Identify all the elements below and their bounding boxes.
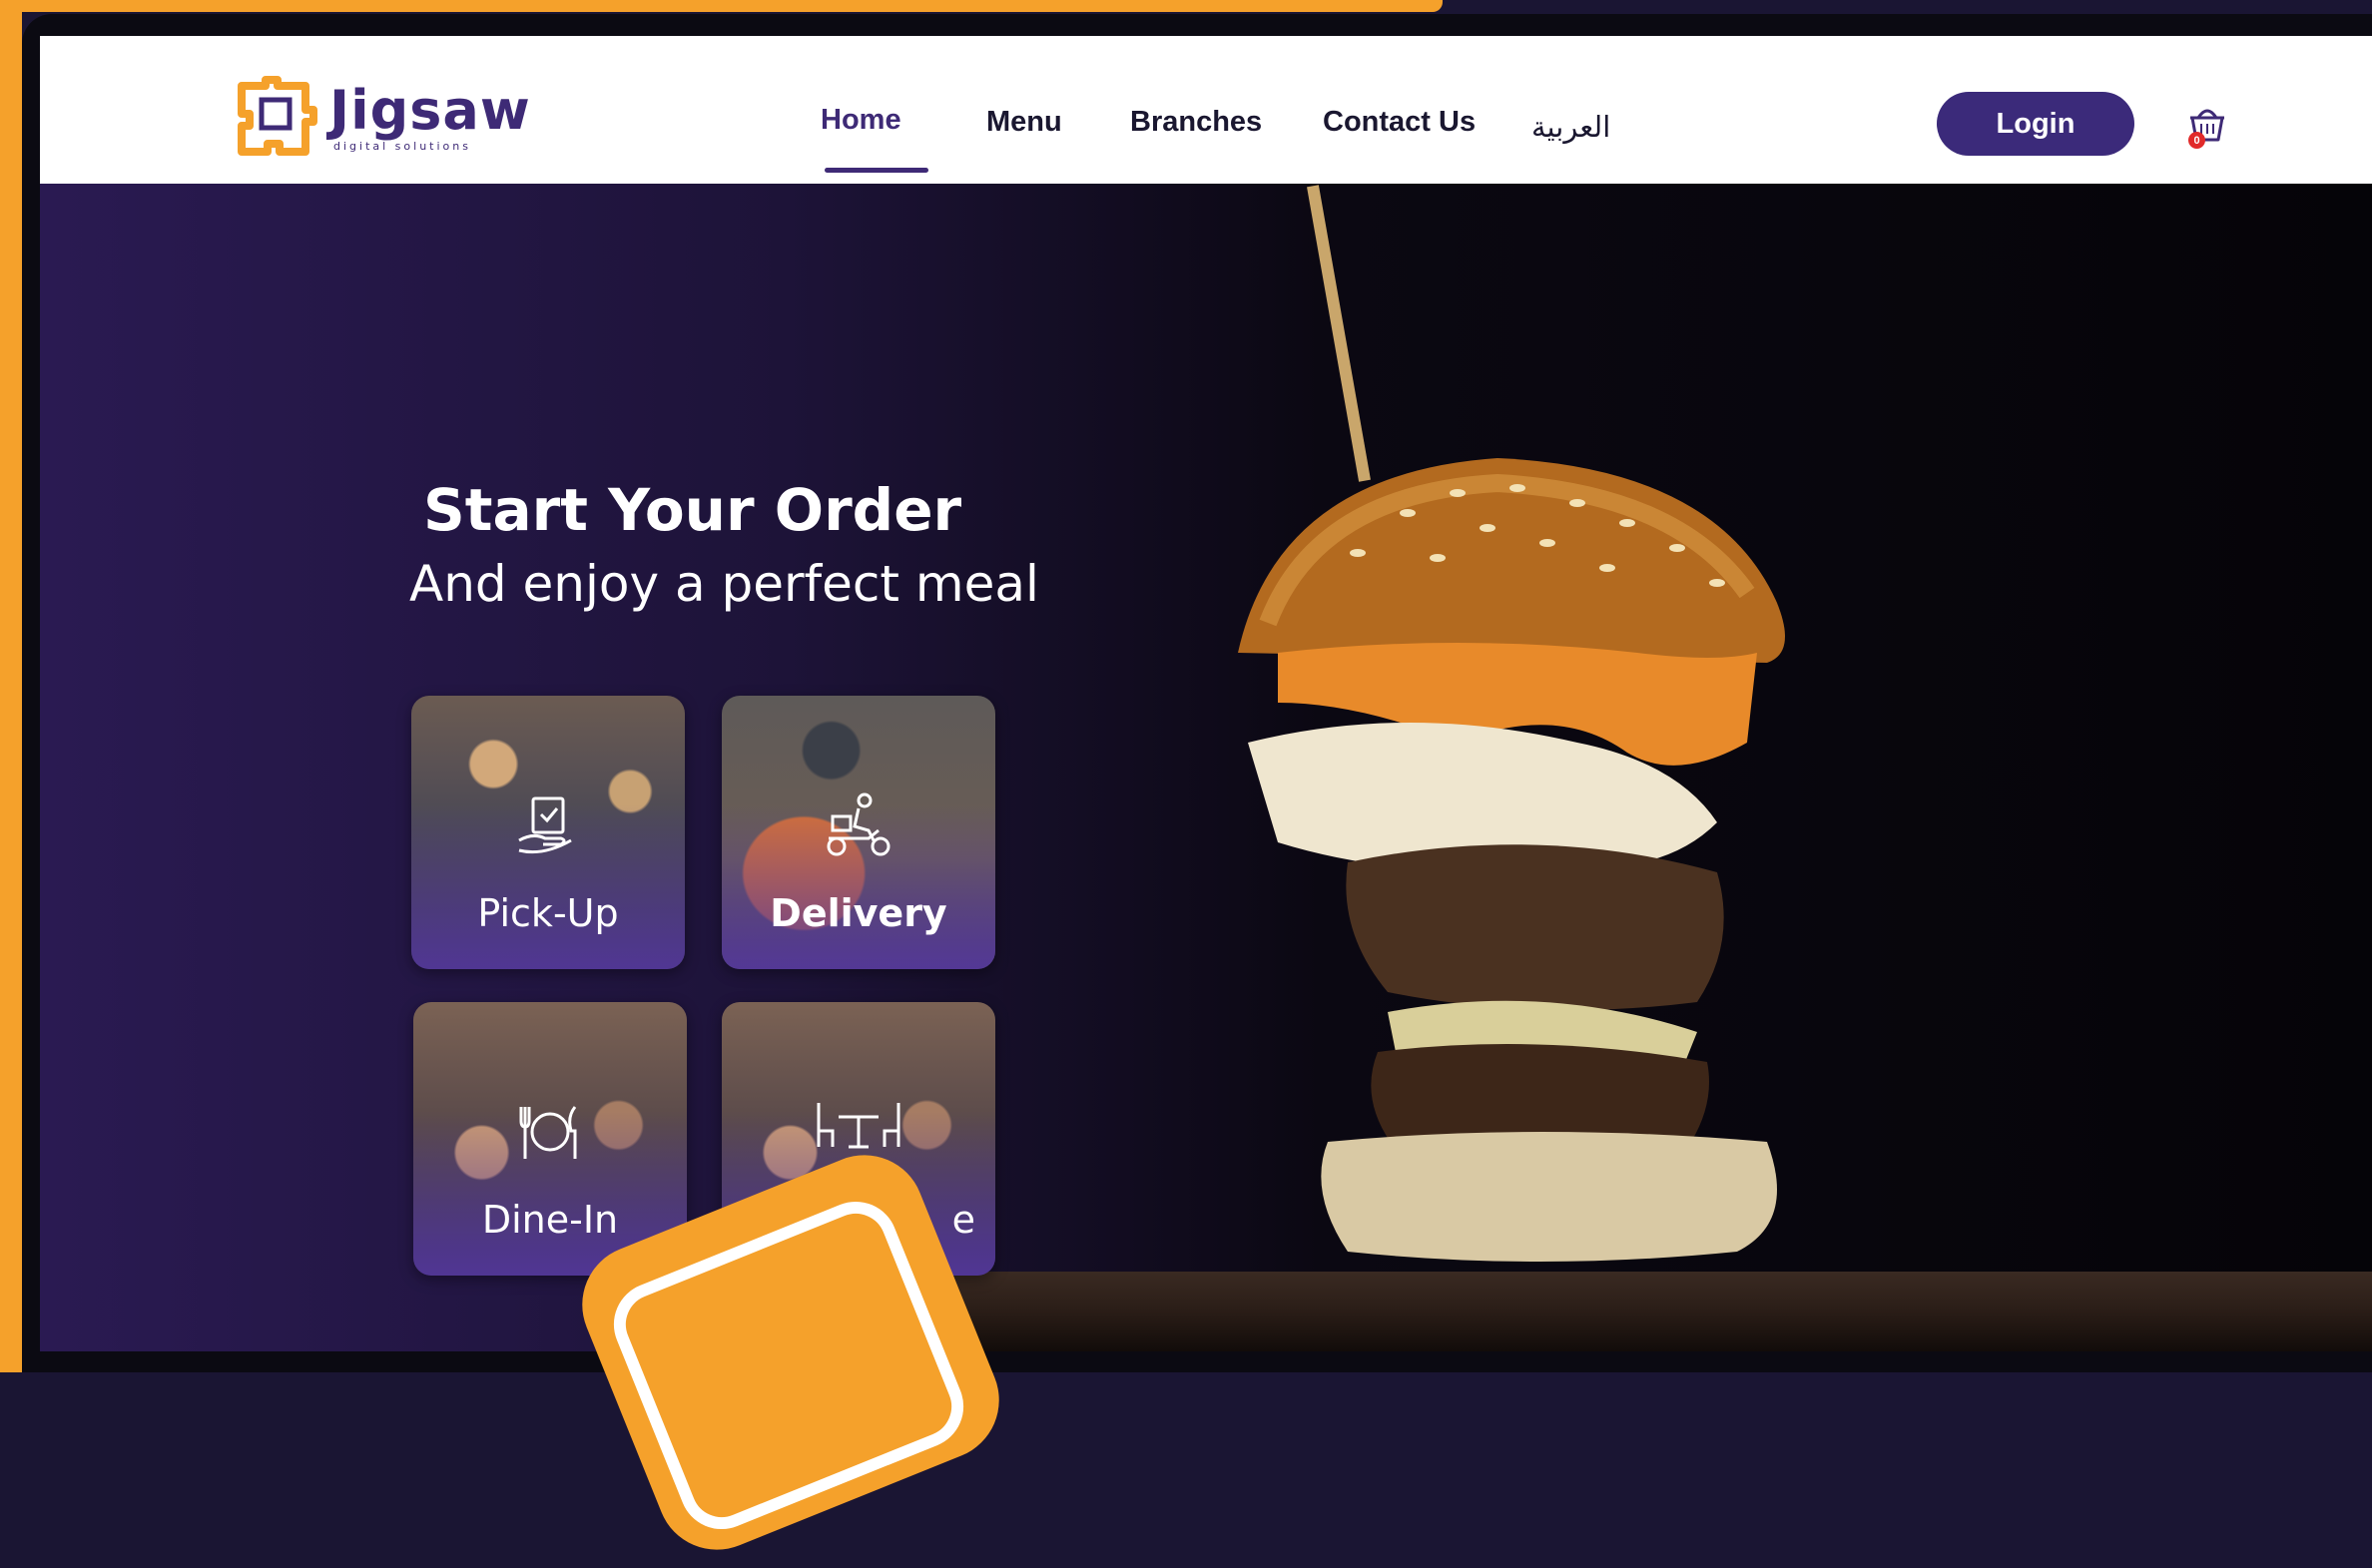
nav-arabic[interactable]: العربية — [1531, 110, 1610, 145]
browser-viewport: Jigsaw digital solutions Home Menu Branc… — [22, 14, 2372, 1372]
fork-knife-plate-icon — [413, 1097, 687, 1167]
pickup-label: Pick-Up — [477, 891, 619, 935]
frame-top-accent — [0, 0, 1443, 12]
puzzle-piece-icon — [238, 76, 317, 156]
table-chairs-icon — [722, 1097, 995, 1157]
nav-branches[interactable]: Branches — [1130, 106, 1262, 139]
login-button[interactable]: Login — [1937, 92, 2134, 156]
delivery-label: Delivery — [770, 891, 947, 935]
burger-image — [1238, 185, 1785, 1262]
order-option-delivery[interactable]: Delivery — [722, 696, 995, 969]
hero-subtitle: And enjoy a perfect meal — [409, 555, 1039, 613]
hero-section: Start Your Order And enjoy a perfect mea… — [40, 184, 2372, 1351]
nav-menu[interactable]: Menu — [986, 106, 1062, 139]
brand-name: Jigsaw — [329, 78, 531, 142]
dine-in-label: Dine-In — [481, 1198, 619, 1242]
brand-tagline: digital solutions — [333, 139, 471, 153]
frame-left-accent — [0, 12, 22, 1372]
delivery-scooter-icon — [722, 790, 995, 860]
wooden-table — [859, 1272, 2372, 1351]
brand-logo[interactable]: Jigsaw digital solutions — [236, 66, 531, 170]
order-option-pickup[interactable]: Pick-Up — [411, 696, 685, 969]
nav-home[interactable]: Home — [821, 104, 901, 137]
cart-count-badge: 0 — [2188, 132, 2205, 149]
pickup-bag-icon — [411, 790, 685, 860]
hero-title: Start Your Order — [423, 476, 962, 544]
nav-active-underline — [825, 168, 928, 173]
site-header: Jigsaw digital solutions Home Menu Branc… — [40, 36, 2372, 184]
order-option-dine-in[interactable]: Dine-In — [413, 1002, 687, 1276]
nav-contact-us[interactable]: Contact Us — [1323, 106, 1476, 139]
